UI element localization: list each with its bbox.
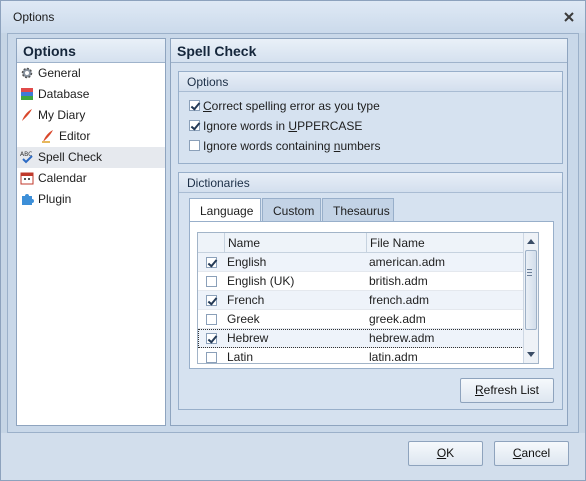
option-label: Correct spelling error as you type	[203, 99, 380, 113]
dialog-footer: OK Cancel	[1, 433, 585, 480]
cancel-button[interactable]: Cancel	[494, 441, 569, 466]
database-icon	[20, 87, 34, 101]
scroll-down-icon[interactable]	[527, 352, 535, 357]
row-file: british.adm	[369, 274, 428, 288]
checkbox[interactable]	[189, 140, 200, 151]
nav-item-editor[interactable]: Editor	[17, 126, 165, 147]
row-checkbox[interactable]	[206, 314, 217, 325]
nav-item-database[interactable]: Database	[17, 84, 165, 105]
row-name: Greek	[227, 312, 260, 326]
nav-item-plugin[interactable]: Plugin	[17, 189, 165, 210]
dialog-client: Options General Database My Diary Editor…	[7, 33, 579, 433]
nav-item-label: My Diary	[38, 108, 86, 122]
option-correct-spelling[interactable]: Correct spelling error as you type	[179, 96, 562, 116]
nav-item-calendar[interactable]: Calendar	[17, 168, 165, 189]
row-name: Hebrew	[227, 331, 269, 345]
nav-item-label: General	[38, 66, 81, 80]
options-dialog: Options Options General Database My Diar…	[0, 0, 586, 481]
close-icon[interactable]	[561, 9, 577, 25]
tab-thesaurus[interactable]: Thesaurus	[322, 198, 394, 222]
nav-item-spell-check[interactable]: ABC Spell Check	[17, 147, 165, 168]
checkbox[interactable]	[189, 100, 200, 111]
grid-scrollbar[interactable]	[523, 233, 538, 363]
row-name: Latin	[227, 350, 254, 364]
nav-item-general[interactable]: General	[17, 63, 165, 84]
nav-item-label: Database	[38, 87, 90, 101]
category-nav: Options General Database My Diary Editor…	[16, 38, 166, 426]
ok-button[interactable]: OK	[408, 441, 483, 466]
row-checkbox[interactable]	[206, 333, 217, 344]
option-label: Ignore words in UPPERCASE	[203, 119, 363, 133]
refresh-list-button[interactable]: Refresh List	[460, 378, 554, 403]
nav-header: Options	[17, 39, 165, 63]
quill-icon	[41, 129, 55, 143]
row-checkbox[interactable]	[206, 276, 217, 287]
scroll-up-icon[interactable]	[527, 239, 535, 244]
row-checkbox[interactable]	[206, 257, 217, 268]
nav-item-my-diary[interactable]: My Diary	[17, 105, 165, 126]
row-checkbox[interactable]	[206, 352, 217, 363]
grid-header: Name File Name	[198, 233, 538, 253]
row-file: greek.adm	[369, 312, 426, 326]
row-file: hebrew.adm	[369, 331, 435, 345]
grid-header-file[interactable]: File Name	[366, 233, 526, 253]
quill-icon	[20, 108, 34, 122]
scroll-thumb[interactable]	[525, 250, 537, 330]
option-ignore-numbers[interactable]: Ignore words containing numbers	[179, 136, 562, 156]
nav-item-label: Editor	[59, 129, 91, 143]
option-label: Ignore words containing numbers	[203, 139, 381, 153]
row-file: french.adm	[369, 293, 430, 307]
puzzle-icon	[20, 192, 34, 206]
row-checkbox[interactable]	[206, 295, 217, 306]
row-file: american.adm	[369, 255, 446, 269]
grid-header-name[interactable]: Name	[224, 233, 366, 253]
row-name: English	[227, 255, 267, 269]
checkbox[interactable]	[189, 120, 200, 131]
nav-item-label: Spell Check	[38, 150, 103, 164]
gear-icon	[20, 66, 34, 80]
window-title: Options	[13, 10, 55, 24]
table-row[interactable]: English (UK) british.adm	[198, 272, 538, 291]
tab-custom[interactable]: Custom	[262, 198, 321, 222]
panel-title: Spell Check	[171, 39, 567, 63]
options-group: Options Correct spelling error as you ty…	[178, 71, 563, 164]
language-grid: Name File Name English american.adm Engl…	[197, 232, 539, 364]
table-row[interactable]: Latin latin.adm	[198, 348, 538, 364]
table-row[interactable]: English american.adm	[198, 253, 538, 272]
options-group-header: Options	[179, 72, 562, 92]
row-file: latin.adm	[369, 350, 418, 364]
calendar-icon	[20, 171, 34, 185]
table-row[interactable]: Hebrew hebrew.adm	[198, 329, 538, 348]
nav-item-label: Plugin	[38, 192, 72, 206]
table-row[interactable]: Greek greek.adm	[198, 310, 538, 329]
table-row[interactable]: French french.adm	[198, 291, 538, 310]
language-tab-page: Name File Name English american.adm Engl…	[189, 221, 554, 369]
title-bar: Options	[1, 1, 585, 33]
nav-item-label: Calendar	[38, 171, 87, 185]
dictionaries-group-header: Dictionaries	[179, 173, 562, 193]
row-name: English (UK)	[227, 274, 295, 288]
spell-check-icon: ABC	[20, 150, 34, 164]
settings-panel: Spell Check Options Correct spelling err…	[170, 38, 568, 426]
dictionaries-group: Dictionaries Language Custom Thesaurus N…	[178, 172, 563, 410]
option-ignore-uppercase[interactable]: Ignore words in UPPERCASE	[179, 116, 562, 136]
scroll-grip-icon	[527, 269, 532, 276]
grid-header-check	[198, 233, 224, 253]
row-name: French	[227, 293, 265, 307]
